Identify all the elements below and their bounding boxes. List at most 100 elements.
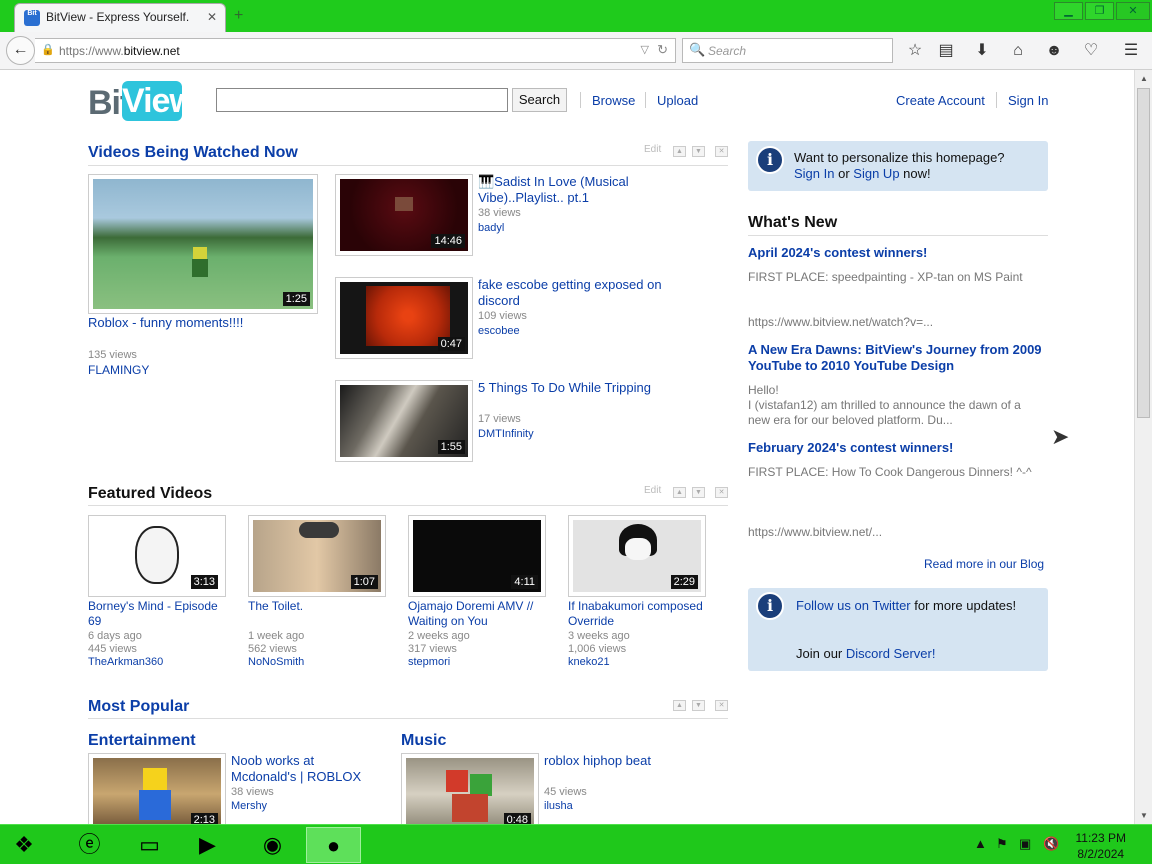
video-thumbnail[interactable]: 1:25 [88,174,318,314]
read-more-blog-link[interactable]: Read more in our Blog [924,557,1044,571]
video-title-link[interactable]: Roblox - funny moments!!!! [88,315,318,331]
sign-in-link[interactable]: Sign In [1008,93,1048,108]
close-window-button[interactable]: ✕ [1116,2,1150,20]
browser-search-input[interactable]: 🔍 Search [682,38,893,63]
video-title-link[interactable]: 🎹Sadist In Love (Musical Vibe)..Playlist… [478,174,678,206]
uploader-link[interactable]: badyl [478,222,504,235]
flag-icon[interactable]: ⚑ [996,836,1008,852]
uploader-link[interactable]: stepmori [408,656,450,669]
close-section-icon[interactable]: ✕ [715,146,728,157]
video-title-link[interactable]: Borney's Mind - Episode 69 [88,599,218,629]
move-up-icon[interactable]: ▲ [673,700,686,711]
twitter-link[interactable]: Follow us on Twitter [796,598,911,613]
edit-link[interactable]: Edit [644,144,661,155]
bitview-favicon-icon: Bit [24,10,40,26]
video-title-link[interactable]: The Toilet. [248,599,378,614]
move-up-icon[interactable]: ▲ [673,487,686,498]
volume-muted-icon[interactable]: 🔇 [1043,836,1059,852]
move-down-icon[interactable]: ▼ [692,146,705,157]
scroll-up-icon[interactable]: ▲ [1138,74,1150,83]
maximize-button[interactable]: ❐ [1085,2,1114,20]
video-title-link[interactable]: 5 Things To Do While Tripping [478,380,698,396]
bookmark-star-icon[interactable]: ☆ [905,41,925,61]
most-popular-title: Most Popular [88,698,190,715]
news-link[interactable]: https://www.bitview.net/watch?v=... [748,315,1048,330]
news-title-link[interactable]: April 2024's contest winners! [748,245,1048,261]
start-button[interactable]: ❖ [2,827,46,863]
create-account-link[interactable]: Create Account [896,93,985,108]
active-app-icon[interactable]: ● [306,827,361,863]
move-down-icon[interactable]: ▼ [692,700,705,711]
video-thumbnail[interactable]: 0:48 [401,753,539,824]
upload-link[interactable]: Upload [657,93,698,108]
bitview-logo[interactable]: Bit View [88,81,196,122]
close-section-icon[interactable]: ✕ [715,700,728,711]
url-dropdown-icon[interactable]: ▽ [641,43,649,56]
video-thumbnail[interactable]: 14:46 [335,174,473,256]
close-section-icon[interactable]: ✕ [715,487,728,498]
video-title-link[interactable]: Ojamajo Doremi AMV // Waiting on You [408,599,543,629]
home-icon[interactable]: ⌂ [1008,41,1028,61]
window-titlebar: Bit BitView - Express Yourself. ✕ + ▁ ❐ … [0,0,1152,32]
video-thumbnail[interactable]: 0:47 [335,277,473,359]
video-title-link[interactable]: fake escobe getting exposed on discord [478,277,698,309]
category-entertainment[interactable]: Entertainment [88,732,196,750]
scroll-down-icon[interactable]: ▼ [1138,811,1150,820]
download-icon[interactable]: ⬇ [972,41,992,61]
view-count: 45 views [544,786,587,798]
video-thumbnail[interactable]: 2:13 [88,753,226,824]
uploader-link[interactable]: escobee [478,325,520,338]
media-player-icon[interactable]: ▶ [180,827,235,863]
uploader-link[interactable]: kneko21 [568,656,610,669]
uploader-link[interactable]: FLAMINGY [88,364,149,377]
internet-explorer-icon[interactable]: ⓔ [62,827,117,863]
file-explorer-icon[interactable]: ▭ [122,827,177,863]
chat-icon[interactable]: ☻ [1044,41,1064,61]
scroll-thumb[interactable] [1137,88,1150,418]
back-button[interactable]: ← [6,36,35,65]
sign-in-link[interactable]: Sign In [794,166,834,181]
upload-age: 2 weeks ago [408,630,470,642]
tab-close-icon[interactable]: ✕ [207,10,217,24]
video-thumbnail[interactable]: 1:07 [248,515,386,597]
menu-icon[interactable]: ☰ [1121,41,1141,61]
video-thumbnail[interactable]: 1:55 [335,380,473,462]
clock[interactable]: 11:23 PM 8/2/2024 [1076,830,1126,862]
reload-icon[interactable]: ↻ [657,42,668,58]
news-title-link[interactable]: A New Era Dawns: BitView's Journey from … [748,342,1048,374]
uploader-link[interactable]: Mershy [231,800,267,813]
video-title-link[interactable]: roblox hiphop beat [544,753,694,769]
news-title-link[interactable]: February 2024's contest winners! [748,440,1048,456]
firefox-icon[interactable]: ◉ [245,827,300,863]
uploader-link[interactable]: ilusha [544,800,573,813]
browser-tab[interactable]: Bit BitView - Express Yourself. ✕ [14,3,226,32]
search-placeholder: Search [708,44,747,58]
sign-up-link[interactable]: Sign Up [853,166,899,181]
minimize-button[interactable]: ▁ [1054,2,1083,20]
edit-link[interactable]: Edit [644,485,661,496]
search-button[interactable]: Search [512,88,567,112]
bookmarks-list-icon[interactable]: ▤ [936,41,956,61]
video-thumbnail[interactable]: 4:11 [408,515,546,597]
video-title-link[interactable]: Noob works at Mcdonald's | ROBLOX [231,753,381,785]
network-icon[interactable]: ▣ [1019,836,1031,852]
address-bar[interactable]: 🔒 https://www.bitview.net ▽ ↻ [35,38,676,63]
show-hidden-icons[interactable]: ▲ [974,836,987,851]
browse-link[interactable]: Browse [592,93,635,108]
uploader-link[interactable]: TheArkman360 [88,656,163,669]
move-down-icon[interactable]: ▼ [692,487,705,498]
uploader-link[interactable]: NoNoSmith [248,656,304,669]
personalize-box: i Want to personalize this homepage? Sig… [748,141,1048,191]
video-thumbnail[interactable]: 3:13 [88,515,226,597]
vertical-scrollbar[interactable]: ▲ ▼ [1134,70,1152,824]
uploader-link[interactable]: DMTInfinity [478,428,534,441]
pocket-icon[interactable]: ♡ [1081,41,1101,61]
new-tab-icon[interactable]: + [234,7,243,25]
video-title-link[interactable]: If Inabakumori composed Override [568,599,708,629]
category-music[interactable]: Music [401,732,446,750]
site-search-input[interactable] [216,88,508,112]
video-thumbnail[interactable]: 2:29 [568,515,706,597]
move-up-icon[interactable]: ▲ [673,146,686,157]
discord-link[interactable]: Discord Server! [846,646,936,661]
news-link[interactable]: https://www.bitview.net/... [748,525,1048,540]
